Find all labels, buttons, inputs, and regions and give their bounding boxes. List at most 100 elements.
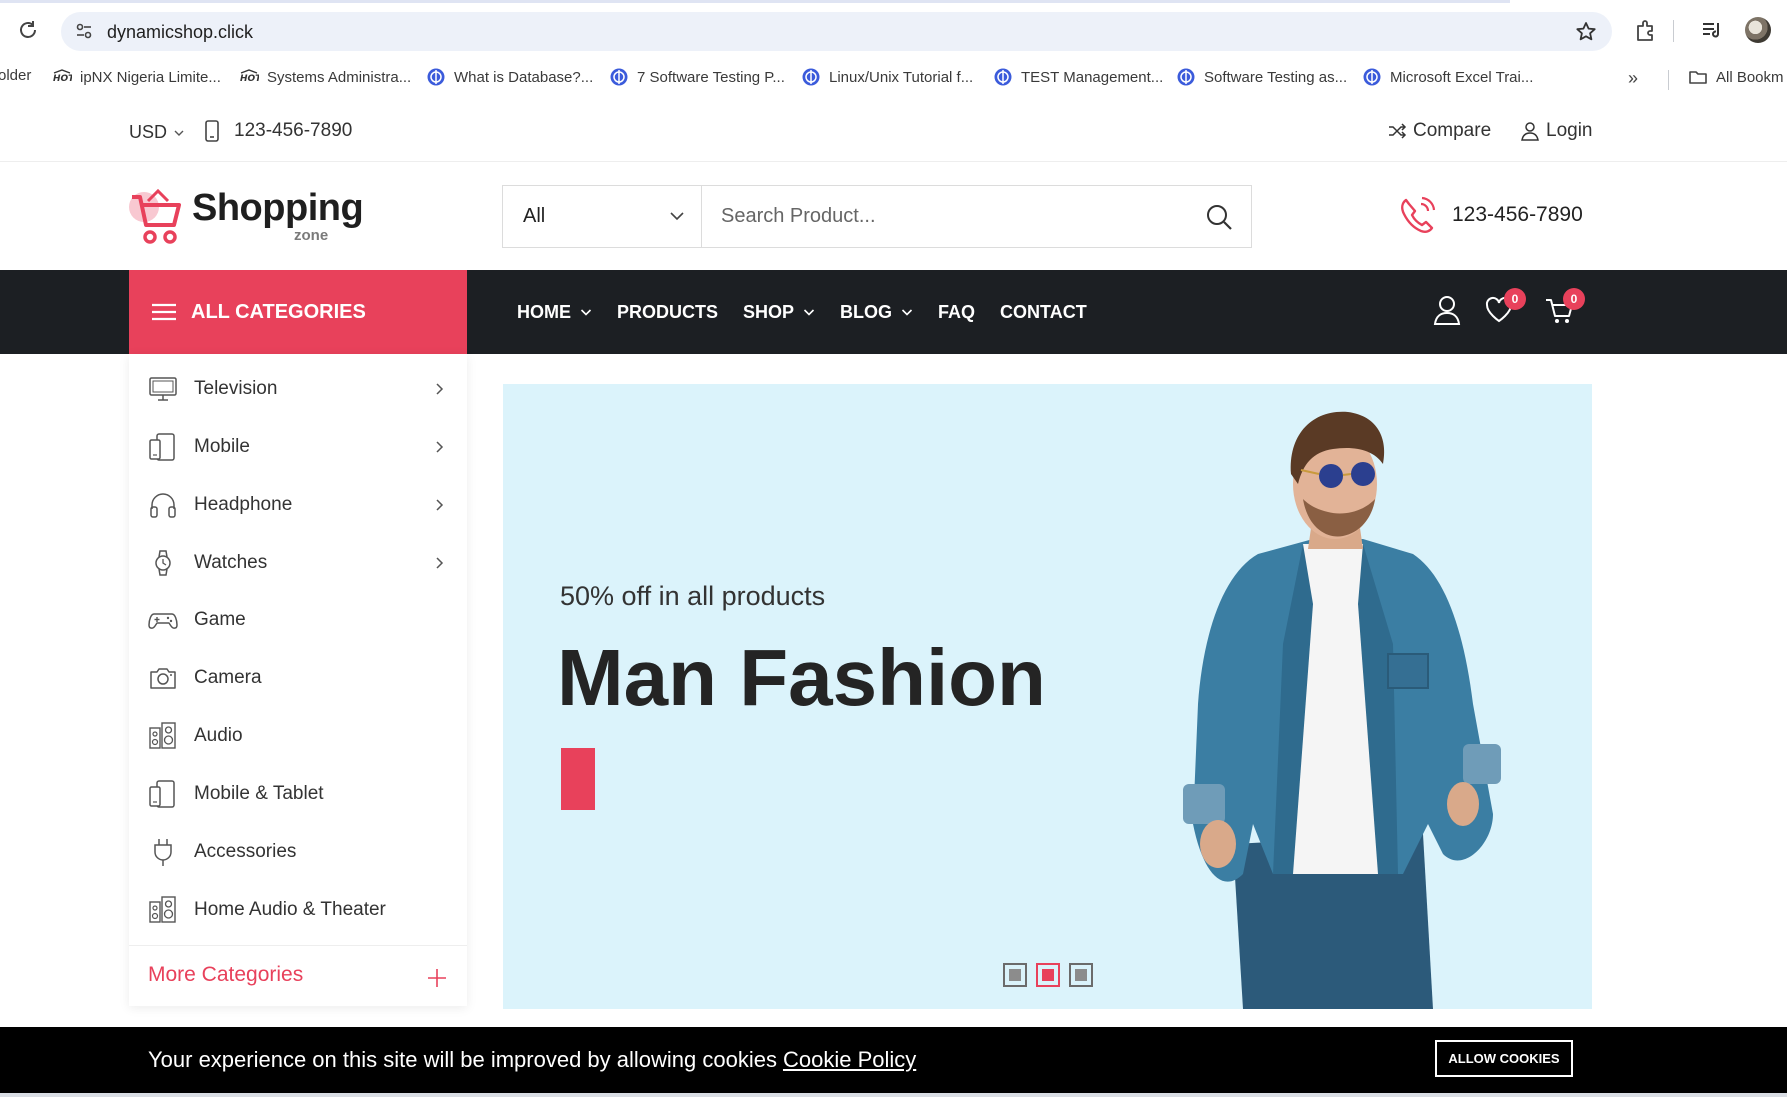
chevron-down-icon [669,208,685,224]
browser-toolbar: dynamicshop.click [0,0,1787,60]
bookmark-divider [1668,70,1669,90]
site-logo[interactable]: Shopping zone [128,187,368,249]
bookmark-item[interactable]: TEST Management... [993,67,1163,87]
bookmark-item[interactable]: HOT Systems Administra... [239,67,411,87]
cookie-consent-bar: Your experience on this site will be imp… [0,1027,1787,1093]
slider-dot[interactable] [1069,963,1093,987]
bookmark-item[interactable]: Microsoft Excel Trai... [1362,67,1533,87]
site-header: Shopping zone All 123-456-7890 [0,163,1787,270]
nav-item-shop[interactable]: SHOP [743,302,815,323]
nav-item-faq[interactable]: FAQ [938,302,975,323]
plug-icon [148,837,178,867]
nav-menu: HOME PRODUCTS SHOP BLOG FAQ CONTACT [517,270,1112,354]
all-categories-button[interactable]: ALL CATEGORIES [129,270,467,354]
tablet-icon [148,779,178,809]
chevron-right-icon [435,440,445,454]
bookmark-item[interactable]: older [0,67,31,84]
category-item-game[interactable]: Game [129,595,467,645]
chevron-down-icon [901,306,913,318]
wishlist-count-badge: 0 [1504,288,1526,310]
bookmark-star-icon[interactable] [1574,20,1598,44]
bookmark-item[interactable]: HOT ipNX Nigeria Limite... [52,67,221,87]
gamepad-icon [148,605,178,635]
folder-icon [1688,67,1708,87]
chevron-down-icon [803,306,815,318]
more-categories-button[interactable]: More Categories [129,945,467,1006]
account-user-icon[interactable] [1432,294,1462,326]
globe-icon [1176,67,1196,87]
site-settings-icon[interactable] [74,21,94,41]
headphone-icon [148,490,178,520]
url-text[interactable]: dynamicshop.click [107,22,253,43]
header-phone[interactable]: 123-456-7890 [1398,194,1583,236]
category-item-television[interactable]: Television [129,364,467,414]
cart-count-badge: 0 [1563,288,1585,310]
shuffle-icon [1387,121,1407,141]
toolbar-divider [1673,20,1674,42]
chevron-down-icon [580,306,592,318]
topbar-phone[interactable]: 123-456-7890 [202,120,352,142]
compare-link[interactable]: Compare [1387,120,1491,142]
svg-text:HOT: HOT [240,74,259,84]
cookie-message: Your experience on this site will be imp… [148,1047,917,1072]
bookmark-item[interactable]: 7 Software Testing P... [609,67,785,87]
slider-dot[interactable] [1003,963,1027,987]
hero-shop-button[interactable] [561,748,595,810]
bookmarks-bar: older HOT ipNX Nigeria Limite... HOT Sys… [0,60,1787,96]
hero-title: Man Fashion [557,633,1046,722]
nav-item-blog[interactable]: BLOG [840,302,913,323]
globe-icon [1362,67,1382,87]
category-sidebar: Television Mobile Headphone Watches Game… [129,354,467,1006]
more-bookmarks-button[interactable]: » [1628,68,1638,89]
slider-dot-active[interactable] [1036,963,1060,987]
hero-subtitle: 50% off in all products [560,581,826,611]
mobile-icon [148,432,178,462]
logo-subtitle: zone [294,227,329,244]
search-category-select[interactable]: All [503,186,702,247]
category-item-mobile[interactable]: Mobile [129,422,467,472]
loading-indicator [0,0,1510,3]
plus-icon [427,968,447,988]
address-bar[interactable]: dynamicshop.click [61,12,1612,51]
bookmark-item[interactable]: Linux/Unix Tutorial f... [801,67,973,87]
phone-icon [202,120,222,142]
search-icon[interactable] [1205,203,1233,231]
chevron-right-icon [435,382,445,396]
search-input[interactable] [703,186,1193,247]
watch-icon [148,548,178,578]
bookmark-item[interactable]: What is Database?... [426,67,593,87]
svg-text:HOT: HOT [53,74,72,84]
profile-avatar[interactable] [1745,17,1771,43]
hot-icon: HOT [52,67,72,87]
main-navbar: ALL CATEGORIES HOME PRODUCTS SHOP BLOG F… [0,270,1787,354]
shopping-cart-logo-icon [128,187,184,247]
reload-icon[interactable] [16,18,40,42]
nav-item-home[interactable]: HOME [517,302,592,323]
currency-selector[interactable]: USD [129,122,185,143]
television-icon [148,374,178,404]
login-link[interactable]: Login [1520,120,1593,142]
extensions-icon[interactable] [1633,17,1659,43]
hero-slider[interactable]: 50% off in all products Man Fashion [503,384,1592,1009]
nav-item-contact[interactable]: CONTACT [1000,302,1087,323]
all-bookmarks-button[interactable]: All Bookm [1688,67,1784,87]
bookmark-item[interactable]: Software Testing as... [1176,67,1347,87]
media-controls-icon[interactable] [1700,18,1724,42]
category-item-accessories[interactable]: Accessories [129,827,467,877]
category-item-watches[interactable]: Watches [129,538,467,588]
allow-cookies-button[interactable]: ALLOW COOKIES [1435,1040,1573,1077]
nav-item-products[interactable]: PRODUCTS [617,302,718,323]
hot-icon: HOT [239,67,259,87]
category-item-home-audio-theater[interactable]: Home Audio & Theater [129,885,467,935]
category-item-headphone[interactable]: Headphone [129,480,467,530]
globe-icon [426,67,446,87]
hero-model-image [1163,404,1523,1009]
logo-wordmark: Shopping [192,187,364,229]
user-icon [1520,121,1540,141]
phone-ringing-icon [1398,194,1438,236]
category-item-camera[interactable]: Camera [129,653,467,703]
chevron-down-icon [173,127,185,139]
category-item-mobile-tablet[interactable]: Mobile & Tablet [129,769,467,819]
category-item-audio[interactable]: Audio [129,711,467,761]
cookie-policy-link[interactable]: Cookie Policy [783,1047,916,1072]
